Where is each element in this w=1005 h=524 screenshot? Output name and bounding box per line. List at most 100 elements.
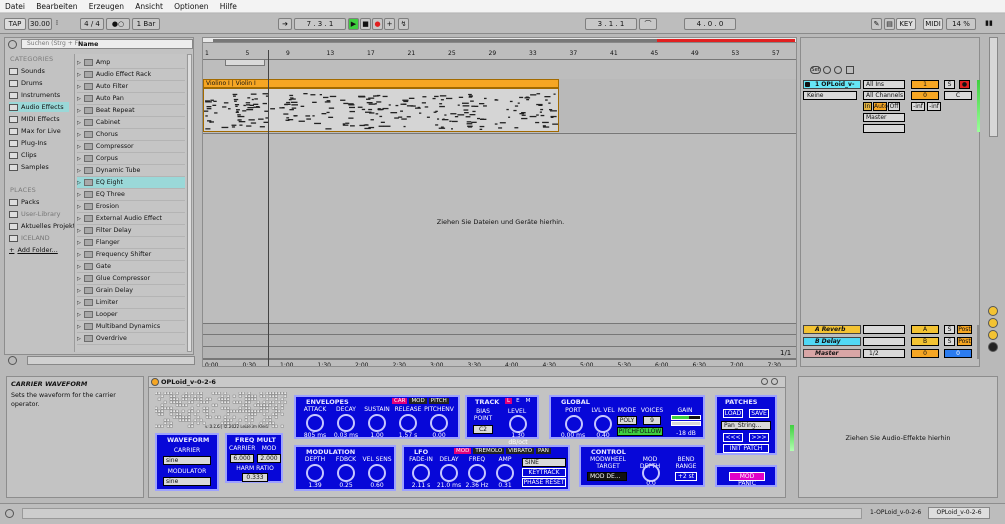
preset-select[interactable]: Pan_String...: [721, 421, 771, 430]
overview-bar[interactable]: [203, 38, 796, 43]
expand-icon[interactable]: ▷: [77, 300, 81, 306]
loop-brace[interactable]: [225, 59, 265, 66]
track1-arm-button[interactable]: ●: [959, 80, 970, 89]
next-preset-button[interactable]: >>>: [749, 433, 769, 442]
expand-icon[interactable]: ▷: [77, 192, 81, 198]
track1-midi-from[interactable]: Keine: [803, 91, 857, 100]
browser-item-compressor[interactable]: ▷ Compressor: [77, 141, 185, 153]
track1-channel-select[interactable]: All Channels: [863, 91, 905, 100]
device-save-icon[interactable]: [761, 378, 768, 385]
preview-waveform[interactable]: [27, 356, 195, 365]
category-drums[interactable]: Drums: [9, 78, 43, 88]
port-knob[interactable]: [565, 415, 583, 433]
browser-item-frequency-shifter[interactable]: ▷ Frequency Shifter: [77, 249, 185, 261]
tab-e[interactable]: E: [514, 398, 521, 404]
place-user-library[interactable]: User-Library: [9, 209, 60, 219]
env-release-knob[interactable]: [399, 414, 417, 432]
settings-icon[interactable]: [823, 66, 831, 74]
set-button[interactable]: Set: [810, 66, 821, 74]
browser-item-looper[interactable]: ▷ Looper: [77, 309, 185, 321]
search-input[interactable]: Suchen (Strg + F): [21, 39, 193, 49]
browser-scrollbar[interactable]: [187, 54, 192, 352]
menu-hilfe[interactable]: Hilfe: [215, 0, 241, 11]
overdub-button[interactable]: +: [384, 18, 395, 30]
carrier-waveform-select[interactable]: sine: [163, 456, 211, 465]
play-button[interactable]: ▶: [348, 18, 359, 30]
tempo-field[interactable]: 30.00: [28, 18, 52, 30]
time-ruler[interactable]: 0:00 0:30 1:00 1:30 2:00 2:30 3:00 3:30 4:00 4:30…: [203, 359, 796, 366]
clip-body[interactable]: [203, 88, 559, 132]
browser-item-eq-eight[interactable]: ▷ EQ Eight: [77, 177, 185, 189]
menu-datei[interactable]: Datei: [0, 0, 29, 11]
stop-button[interactable]: ■: [360, 18, 371, 30]
quantize-select[interactable]: 1 Bar: [132, 18, 160, 30]
lfo-freq-knob[interactable]: [468, 464, 486, 482]
browser-toggle-icon[interactable]: [8, 40, 17, 49]
bend-range-field[interactable]: +2 st: [675, 472, 697, 481]
browser-item-beat-repeat[interactable]: ▷ Beat Repeat: [77, 105, 185, 117]
browser-item-auto-filter[interactable]: ▷ Auto Filter: [77, 81, 185, 93]
key-map-button[interactable]: KEY: [896, 18, 916, 30]
expand-icon[interactable]: ▷: [77, 324, 81, 330]
expand-icon[interactable]: ▷: [77, 180, 81, 186]
bias-point-field[interactable]: C2: [473, 425, 493, 434]
keytrack-toggle[interactable]: KEYTRACK: [522, 468, 566, 477]
place-current-project[interactable]: Aktuelles Projekt: [9, 221, 75, 231]
mod-panic-button[interactable]: MOD PANIC: [729, 472, 765, 487]
preview-icon[interactable]: [8, 356, 17, 365]
empty-lane[interactable]: [559, 79, 796, 132]
return-a-output[interactable]: [863, 325, 905, 334]
return-lane-a[interactable]: [203, 323, 796, 335]
follow-icon[interactable]: ➔: [278, 18, 292, 30]
lfo-delay-knob[interactable]: [440, 464, 458, 482]
loop-length-field[interactable]: 4 . 0 . 0: [684, 18, 736, 30]
nudge-icon[interactable]: ⁞: [54, 18, 60, 30]
save-button[interactable]: SAVE: [749, 409, 769, 418]
browser-item-eq-three[interactable]: ▷ EQ Three: [77, 189, 185, 201]
browser-item-flanger[interactable]: ▷ Flanger: [77, 237, 185, 249]
master-lane[interactable]: [203, 347, 796, 359]
song-position-field[interactable]: 7 . 3 . 1: [294, 18, 346, 30]
category-audio-effects[interactable]: Audio Effects: [9, 102, 69, 112]
env-sustain-knob[interactable]: [368, 414, 386, 432]
category-samples[interactable]: Samples: [9, 162, 49, 172]
expand-icon[interactable]: ▷: [77, 204, 81, 210]
return-lane-b[interactable]: [203, 335, 796, 347]
lfo-amp-knob[interactable]: [496, 464, 514, 482]
expand-icon[interactable]: ▷: [77, 60, 81, 66]
browser-item-audio-effect-rack[interactable]: ▷ Audio Effect Rack: [77, 69, 185, 81]
midi-map-button[interactable]: MIDI: [923, 18, 943, 30]
expand-icon[interactable]: ▷: [77, 276, 81, 282]
fm-mod-field[interactable]: 2.000: [257, 454, 281, 463]
track1-volume[interactable]: 0: [911, 91, 939, 100]
monitor-auto-button[interactable]: Auto: [873, 102, 888, 111]
record-button[interactable]: ●: [372, 18, 383, 30]
tap-button[interactable]: TAP: [4, 18, 26, 30]
expand-icon[interactable]: ▷: [77, 240, 81, 246]
overview-loop-region[interactable]: [213, 39, 657, 42]
mod-fdbck-knob[interactable]: [337, 464, 355, 482]
tab-mod[interactable]: MOD: [409, 398, 427, 404]
loop-start-field[interactable]: 3 . 1 . 1: [585, 18, 637, 30]
expand-icon[interactable]: ▷: [77, 108, 81, 114]
browser-item-chorus[interactable]: ▷ Chorus: [77, 129, 185, 141]
browser-item-amp[interactable]: ▷ Amp: [77, 57, 185, 69]
category-instruments[interactable]: Instruments: [9, 90, 60, 100]
expand-icon[interactable]: ▷: [77, 144, 81, 150]
expand-icon[interactable]: ▷: [77, 252, 81, 258]
monitor-in-button[interactable]: In: [863, 102, 872, 111]
track1-solo-button[interactable]: S: [944, 80, 955, 89]
voices-field[interactable]: 9: [643, 416, 661, 425]
place-packs[interactable]: Packs: [9, 197, 39, 207]
tab-car[interactable]: CAR: [392, 398, 408, 404]
expand-icon[interactable]: ▷: [77, 216, 81, 222]
status-tab-track[interactable]: 1-OPLoid_v-0-2-6: [870, 509, 921, 516]
expand-icon[interactable]: ▷: [77, 228, 81, 234]
phase-reset-toggle[interactable]: PHASE RESET: [522, 478, 566, 487]
punch-icon[interactable]: ↯: [398, 18, 409, 30]
browser-item-auto-pan[interactable]: ▷ Auto Pan: [77, 93, 185, 105]
expand-icon[interactable]: ▷: [77, 156, 81, 162]
computer-keyboard-icon[interactable]: ▤: [884, 18, 895, 30]
category-clips[interactable]: Clips: [9, 150, 37, 160]
env-attack-knob[interactable]: [306, 414, 324, 432]
